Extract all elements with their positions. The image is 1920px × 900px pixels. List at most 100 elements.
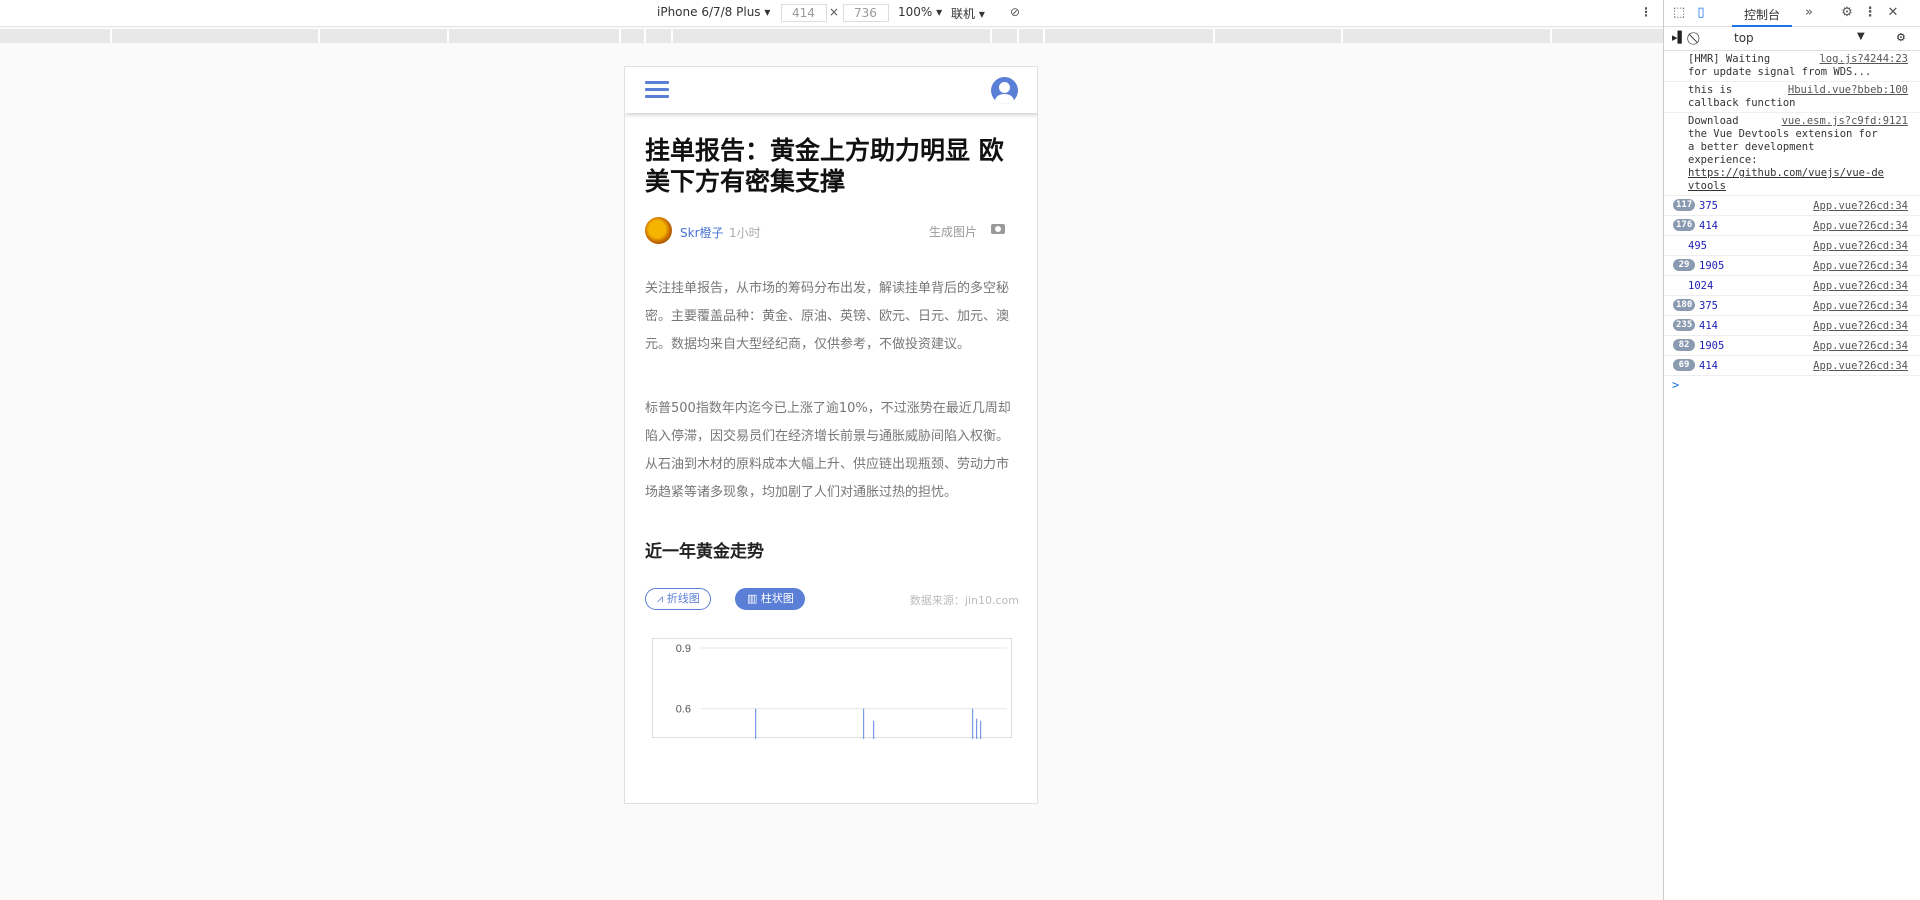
source-link[interactable]: App.vue?26cd:34 [1813,320,1908,332]
device-select-label: iPhone 6/7/8 Plus [657,5,761,19]
tab-console[interactable]: 控制台 [1732,0,1793,27]
source-link[interactable]: log.js?4244:23 [1819,53,1908,65]
chart-bar[interactable] [863,708,865,739]
close-icon[interactable]: ✕ [1886,6,1900,20]
kebab-menu-icon[interactable]: ⋮ [1863,6,1877,20]
logged-value: 1905 [1699,340,1725,352]
chart-bar[interactable] [972,708,974,739]
article-paragraph: 标普500指数年内迄今已上涨了逾10%，不过涨势在最近几周却陷入停滞，因交易员们… [645,401,1011,500]
more-tabs-icon[interactable]: » [1802,6,1816,20]
repeat-count-badge: 29 [1673,259,1695,271]
console-message: 180 375 App.vue?26cd:34 [1664,296,1920,316]
zoom-select[interactable]: 100% ▾ [898,5,942,19]
ruler-segment [671,29,673,43]
console-message: [HMR] Waiting for update signal from WDS… [1664,51,1920,82]
logged-value: 414 [1699,360,1718,372]
sidebar-toggle-icon[interactable]: ▸▌ [1672,31,1686,44]
chart-bar[interactable] [980,720,982,739]
context-dropdown-icon[interactable]: ▼ [1857,31,1865,42]
device-select[interactable]: iPhone 6/7/8 Plus ▾ [657,5,770,19]
console-prompt[interactable]: > [1664,376,1920,394]
hamburger-menu-icon[interactable] [645,81,669,99]
console-message: 495 App.vue?26cd:34 [1664,236,1920,256]
height-input[interactable]: 736 [843,4,889,22]
logged-value: 1024 [1688,280,1714,292]
network-label: 联机 [951,7,976,21]
source-link[interactable]: App.vue?26cd:34 [1813,260,1908,272]
console-message: 82 1905 App.vue?26cd:34 [1664,336,1920,356]
width-input[interactable]: 414 [781,4,827,22]
ruler-segment [1550,29,1552,43]
author-avatar[interactable] [645,217,672,244]
console-message: Download the Vue Devtools extension for … [1664,113,1920,196]
repeat-count-badge: 82 [1673,339,1695,351]
source-link[interactable]: vue.esm.js?c9fd:9121 [1782,115,1908,127]
logged-value: 375 [1699,200,1718,212]
console-message: 1024 App.vue?26cd:34 [1664,276,1920,296]
more-options-icon[interactable]: ⋮ [1640,5,1652,19]
console-message: 29 1905 App.vue?26cd:34 [1664,256,1920,276]
source-link[interactable]: App.vue?26cd:34 [1813,240,1908,252]
line-chart-icon: ⩘ [657,592,667,605]
logged-value: 375 [1699,300,1718,312]
source-link[interactable]: App.vue?26cd:34 [1813,340,1908,352]
y-tick-label: 0.9 [676,643,691,655]
rotate-icon[interactable]: ⊘ [1010,5,1020,19]
source-link[interactable]: App.vue?26cd:34 [1813,360,1908,372]
tab-bar-label: 柱状图 [760,592,794,605]
inspect-element-icon[interactable]: ⬚ [1672,6,1686,20]
ruler-segment [318,29,320,43]
ruler-segment [447,29,449,43]
times-icon: × [829,5,840,19]
chart-bar[interactable] [755,708,757,739]
ruler-segment [110,29,112,43]
source-link[interactable]: App.vue?26cd:34 [1813,220,1908,232]
repeat-count-badge: 176 [1673,219,1696,231]
zoom-label: 100% [898,5,933,19]
chart-bar[interactable] [976,718,978,739]
vue-devtools-link[interactable]: https://github.com/vuejs/vue-de vtools [1688,167,1912,193]
console-message: 176 414 App.vue?26cd:34 [1664,216,1920,236]
console-message: this is callback function Hbuild.vue?bbe… [1664,82,1920,113]
bar-chart-icon: ▥ [747,592,761,605]
tab-line-chart[interactable]: ⩘ 折线图 [645,588,711,610]
ruler-segment [990,29,992,43]
y-tick-label: 0.6 [676,704,691,716]
article-paragraph: 关注挂单报告，从市场的筹码分布出发，解读挂单背后的多空秘密。主要覆盖品种：黄金、… [645,281,1010,352]
source-link[interactable]: App.vue?26cd:34 [1813,280,1908,292]
repeat-count-badge: 180 [1673,299,1696,311]
user-avatar-icon[interactable] [991,77,1018,104]
console-message: 69 414 App.vue?26cd:34 [1664,356,1920,376]
numeric-log-list: 117 375 App.vue?26cd:34 176 414 App.vue?26cd:… [1664,196,1920,376]
logged-value: 495 [1688,240,1707,252]
console-toolbar: ▸▌ ⃠ top ▼ ⚙ [1664,27,1920,51]
phone-viewport: 挂单报告：黄金上方助力明显 欧美下方有密集支撑 Skr橙子 1小时 生成图片 关… [624,66,1038,804]
chart-bar[interactable] [873,720,875,739]
chart-type-tabs: ⩘ 折线图 ▥ 柱状图 数据来源：jin10.com [645,588,1019,612]
publish-time: 1小时 [729,226,761,240]
tab-bar-chart[interactable]: ▥ 柱状图 [735,588,805,610]
author-name[interactable]: Skr橙子 [680,224,724,241]
source-link[interactable]: App.vue?26cd:34 [1813,200,1908,212]
tab-line-label: 折线图 [666,592,700,605]
article-title: 挂单报告：黄金上方助力明显 欧美下方有密集支撑 [645,136,1004,196]
gold-trend-chart: 0.9 0.6 [652,638,1012,739]
ruler-segment [1213,29,1215,43]
device-toggle-icon[interactable]: ▯ [1694,6,1708,20]
source-link[interactable]: App.vue?26cd:34 [1813,300,1908,312]
generate-image-button[interactable]: 生成图片 [929,223,977,240]
media-query-ruler [0,29,1663,43]
data-source: 数据来源：jin10.com [909,594,1019,607]
logged-value: 414 [1699,320,1718,332]
context-select[interactable]: top [1734,31,1754,45]
console-settings-icon[interactable]: ⚙ [1896,31,1906,44]
devtools-tabbar: ⬚ ▯ 控制台 » ⚙ ⋮ ✕ [1664,0,1920,27]
source-link[interactable]: Hbuild.vue?bbeb:100 [1788,84,1908,96]
ruler-segment [1043,29,1045,43]
settings-gear-icon[interactable]: ⚙ [1840,6,1854,20]
app-header [625,67,1037,113]
section-title: 近一年黄金走势 [645,542,764,562]
console-message: 235 414 App.vue?26cd:34 [1664,316,1920,336]
camera-icon[interactable] [991,224,1005,234]
network-select[interactable]: 联机 ▾ [951,5,985,22]
